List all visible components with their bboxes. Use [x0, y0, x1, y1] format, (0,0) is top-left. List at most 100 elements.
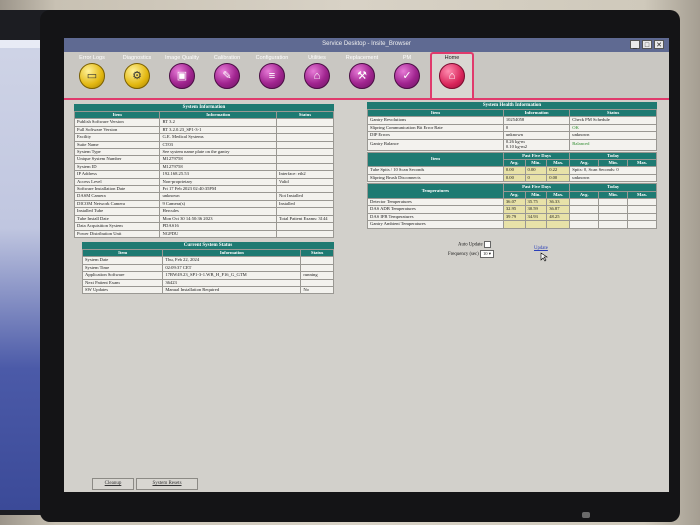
current-status-panel: Current System Status Item Information Sta…	[81, 242, 334, 295]
system-info-row: Power Distribution Unit NGPDU	[73, 229, 334, 238]
spits-cell: 0.00	[502, 166, 526, 175]
system-info-cell	[276, 207, 334, 216]
system-info-cell: RT 3.2.0.23_SP1-3-1	[159, 125, 278, 135]
sub-header-5: Max.	[627, 190, 657, 200]
system-info-header-2: Status	[276, 110, 334, 120]
system-info-row: Unique System Number M1279758	[73, 155, 334, 164]
update-link[interactable]: Update	[534, 246, 548, 251]
cleanup-button[interactable]: Cleanup	[92, 478, 134, 490]
minimize-button[interactable]: _	[630, 40, 640, 49]
system-info-row: System ID M1279758	[73, 162, 334, 172]
temperature-cell: 36.07	[502, 198, 526, 207]
temperature-cell: 39.79	[502, 212, 526, 222]
temperature-cell	[569, 212, 600, 222]
system-resets-button[interactable]: System Resets	[136, 478, 198, 490]
system-info-cell: See system name plate on the gantry	[159, 148, 278, 157]
toolbar-error-logs-label: Error Logs	[79, 55, 105, 61]
system-health-row: Slipring Communication Bit Error Rate 0 OK	[367, 123, 657, 133]
system-info-cell: CT03	[159, 140, 278, 150]
system-info-cell	[276, 185, 334, 194]
temperature-cell	[598, 212, 629, 222]
temp-today-header: Today	[569, 183, 657, 192]
temp-past-five-days-header: Past Five Days	[502, 183, 571, 192]
current-status-row: SW Updates Manual Installation Required No	[81, 286, 334, 295]
temperature-cell	[569, 198, 600, 207]
system-info-cell	[276, 140, 334, 150]
current-status-cell	[300, 256, 334, 265]
current-status-cell: System Time	[81, 263, 164, 273]
system-info-cell: Power Distribution Unit	[73, 229, 161, 238]
frequency-select[interactable]: 10 ▾	[479, 250, 495, 258]
temperature-row: Detector Temperatures 36.07 35.75 36.33	[367, 198, 657, 207]
current-status-row: Application Software 17BW49.23_SP1-3-1.WB…	[81, 271, 334, 280]
spits-cell: Slipring Brush Disconnects	[367, 173, 504, 183]
toolbar-configuration-button[interactable]: Configuration ≡	[250, 54, 294, 98]
auto-update-checkbox[interactable]	[483, 241, 491, 248]
toolbar-calibration-button[interactable]: Calibration ✎	[205, 54, 249, 98]
system-health-header-1: Information	[502, 108, 571, 118]
toolbar-utilities-button[interactable]: Utilities ⌂	[295, 54, 339, 98]
auto-update-label: Auto Update	[458, 242, 483, 248]
current-status-cell	[300, 278, 334, 288]
sub-header-2: Max.	[546, 190, 571, 200]
temperature-cell	[598, 205, 629, 214]
toolbar-replacement-button[interactable]: Replacement ⚒	[340, 54, 384, 98]
system-info-row: Installed Tube Hercules	[73, 207, 334, 216]
current-status-cell: Thu, Feb 22, 2024	[162, 256, 302, 265]
home-icon: ⌂	[439, 63, 465, 89]
sub-header-4: Min.	[598, 190, 629, 200]
sub-header-2: Max.	[546, 159, 571, 168]
system-info-cell: System Type	[73, 148, 161, 157]
spits-row: Tube Spits / 10 Scan Seconds 0.00 0.00 0.22…	[367, 166, 657, 175]
toolbar-pm-button[interactable]: PM ✓	[385, 54, 429, 98]
system-info-row: Facility G.E. Medical Systems	[73, 133, 334, 142]
sub-header-3: Avg.	[569, 190, 600, 200]
system-info-cell	[276, 133, 334, 142]
temperature-cell: 36.33	[546, 198, 571, 207]
system-info-cell: RT 3.2	[159, 118, 278, 127]
past-five-days-table: Item Past Five Days Today Avg. Min. Max. Av…	[367, 151, 657, 183]
system-info-cell: Unique System Number	[73, 155, 161, 164]
power-button[interactable]	[582, 512, 590, 518]
maximize-button[interactable]: □	[642, 40, 652, 49]
temperature-row: DAS IFB Temperatures 39.79 34.93 48.25	[367, 212, 657, 222]
toolbar-diagnostics-label: Diagnostics	[122, 55, 152, 61]
toolbar-image-quality-label: Image Quality	[165, 55, 199, 61]
system-info-row: DASM Camera unknown Not Installed	[73, 192, 334, 201]
system-info-cell: Suite Name	[73, 140, 161, 150]
window-titlebar: Service Desktop - Insite_Browser _ □ ✕	[64, 38, 669, 52]
system-info-cell: 192.168.25.53	[159, 170, 278, 179]
system-info-cell: Fri 17 Feb 2023 02:40:35PM	[159, 185, 278, 194]
system-health-row: DIP Errors unknown unknown	[367, 131, 657, 140]
toolbar-image-quality-button[interactable]: Image Quality ▣	[160, 54, 204, 98]
toolbar-diagnostics-button[interactable]: Diagnostics ⚙	[115, 54, 159, 98]
temperature-row: Gantry Ambient Temperatures	[367, 220, 657, 229]
temperature-row: DAS ADB Temperatures 32.95 30.59 36.87	[367, 205, 657, 214]
system-info-cell: Not Installed	[276, 192, 334, 201]
system-info-cell: Interface: eth2	[276, 170, 334, 179]
toolbar-pm-label: PM	[402, 55, 412, 61]
mouse-cursor-icon	[540, 252, 548, 262]
system-info-cell: Software Installation Date	[73, 185, 161, 194]
system-health-header-0: Item	[367, 108, 504, 118]
system-info-row: Data Acquisition System PDAS16	[73, 222, 334, 231]
toolbar-error-logs-button[interactable]: Error Logs ▭	[70, 54, 114, 98]
system-info-cell: M1279758	[159, 162, 278, 172]
frequency-value: 10	[482, 251, 488, 256]
system-info-cell: G.E. Medical Systems	[159, 133, 278, 142]
temperature-cell: 35.75	[524, 198, 548, 207]
system-info-header-0: Item	[73, 110, 161, 120]
system-health-cell: DIP Errors	[367, 131, 504, 140]
temperature-cell	[502, 220, 526, 229]
past-five-days-header: Past Five Days	[502, 151, 571, 161]
error-logs-icon: ▭	[79, 63, 105, 89]
close-button[interactable]: ✕	[654, 40, 664, 49]
frequency-row: Frequency (sec) 10 ▾	[448, 250, 495, 258]
system-info-cell: Full Software Version	[73, 125, 161, 135]
system-info-cell: Tube Install Date	[73, 214, 161, 224]
toolbar-home-button[interactable]: Home ⌂	[430, 52, 474, 100]
system-info-cell: NGPDU	[159, 229, 278, 238]
system-health-cell: 10254058	[502, 116, 571, 125]
today-header: Today	[569, 151, 657, 161]
utilities-icon: ⌂	[304, 63, 330, 89]
